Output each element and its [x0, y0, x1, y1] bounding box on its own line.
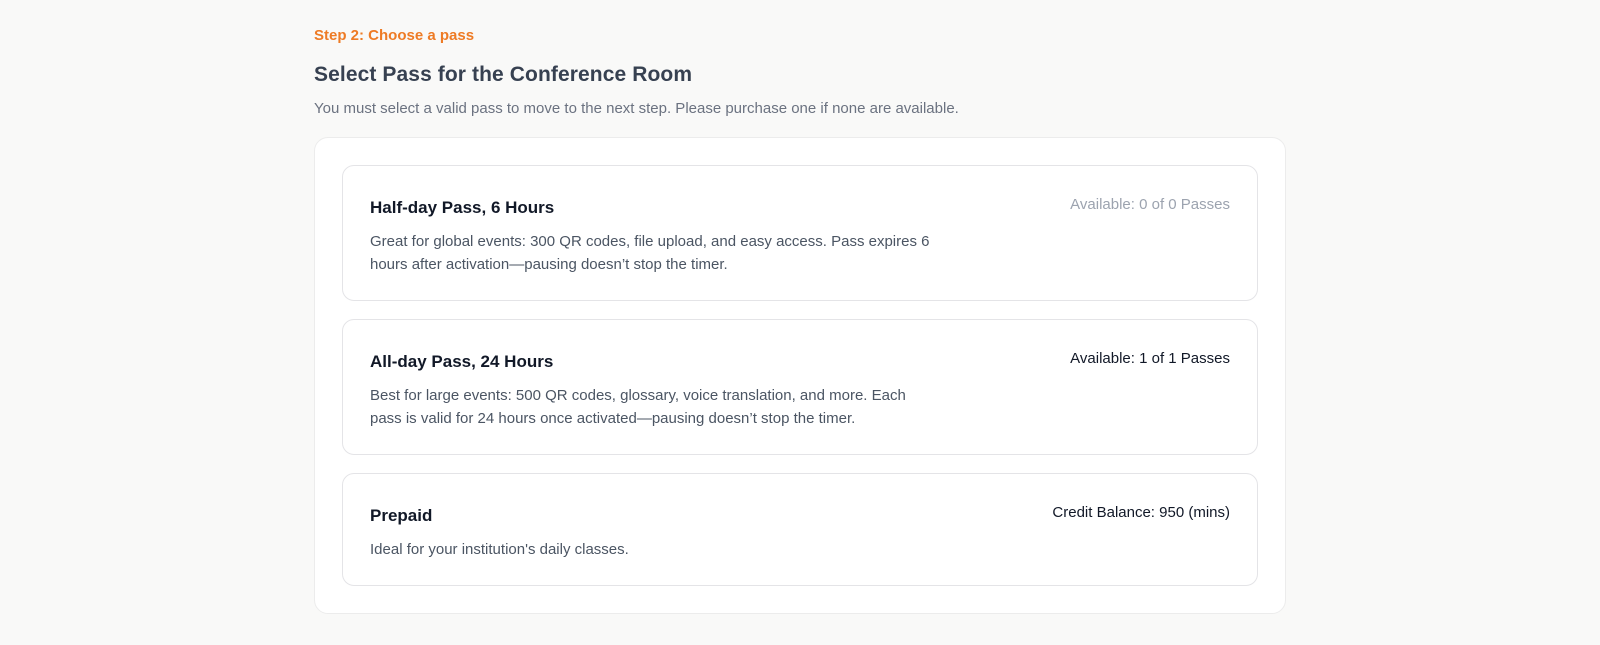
pass-availability: Available: 1 of 1 Passes	[1070, 350, 1230, 367]
pass-description: Ideal for your institution's daily class…	[370, 541, 629, 558]
pass-card-prepaid[interactable]: Prepaid Ideal for your institution's dai…	[342, 473, 1258, 586]
pass-description: Great for global events: 300 QR codes, f…	[370, 233, 930, 273]
page-title: Select Pass for the Conference Room	[314, 63, 693, 86]
pass-selection-section: Step 2: Choose a pass Select Pass for th…	[314, 26, 1288, 614]
page-subtitle: You must select a valid pass to move to …	[314, 100, 959, 117]
step-label: Step 2: Choose a pass	[314, 27, 475, 44]
pass-card-half-day[interactable]: Half-day Pass, 6 Hours Great for global …	[342, 165, 1258, 301]
credit-balance: Credit Balance: 950 (mins)	[1052, 504, 1230, 521]
pass-availability: Available: 0 of 0 Passes	[1070, 196, 1230, 213]
pass-description: Best for large events: 500 QR codes, glo…	[370, 387, 906, 427]
pass-card-all-day[interactable]: All-day Pass, 24 Hours Best for large ev…	[342, 319, 1258, 455]
pass-list-panel: Half-day Pass, 6 Hours Great for global …	[314, 137, 1286, 614]
page: Step 2: Choose a pass Select Pass for th…	[0, 0, 1600, 645]
